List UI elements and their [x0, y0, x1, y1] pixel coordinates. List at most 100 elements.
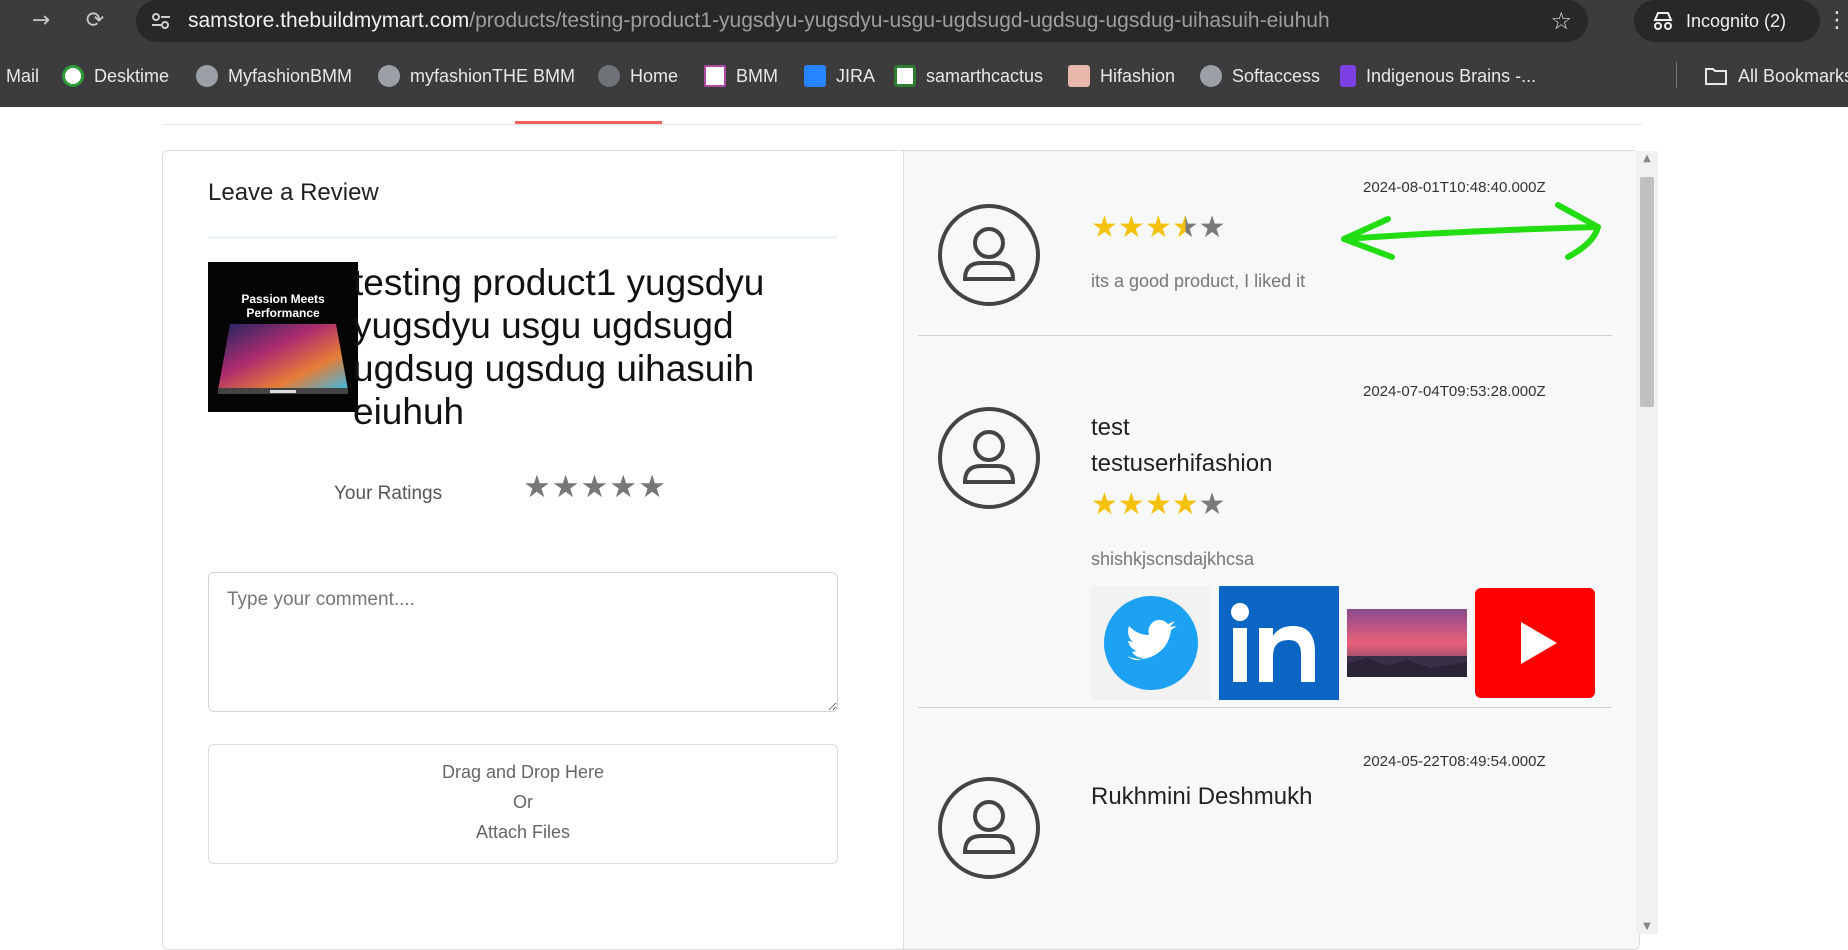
review-text: its a good product, I liked it — [1091, 271, 1306, 291]
star-filled-icon: ★ — [1117, 210, 1145, 245]
your-ratings-label: Your Ratings — [334, 483, 443, 504]
bookmark-label: Softaccess — [1232, 65, 1321, 86]
bookmarks-bar: Mail Desktime MyfashionBMM myfashionTHE … — [0, 57, 1848, 93]
twitter-logo[interactable] — [1091, 586, 1211, 700]
cactus-icon — [894, 65, 916, 87]
file-dropzone[interactable]: Drag and Drop Here Or Attach Files — [208, 744, 838, 864]
star-filled-icon: ★ — [1144, 210, 1172, 245]
review-date: 2024-05-22T08:49:54.000Z — [1363, 753, 1546, 770]
linkedin-logo[interactable] — [1219, 586, 1339, 700]
dropzone-line-1: Drag and Drop Here — [441, 762, 605, 782]
review-divider — [918, 335, 1612, 336]
user-avatar-icon — [938, 777, 1040, 879]
annotation-arrow-icon — [1341, 202, 1601, 260]
bookmark-label: BMM — [736, 65, 778, 86]
star-filled-icon: ★ — [1091, 487, 1118, 522]
review-rating-stars: ★★★★★ — [1091, 487, 1226, 522]
bookmark-home[interactable]: Home — [598, 63, 678, 89]
browser-chrome: → ⟳ samstore.thebuildmymart.com/products… — [0, 0, 1848, 107]
star-filled-icon: ★ — [1171, 487, 1199, 522]
bmm-icon — [704, 65, 726, 87]
reviews-scrollbar[interactable]: ▲ ▼ — [1636, 151, 1658, 934]
review-date: 2024-07-04T09:53:28.000Z — [1363, 383, 1546, 400]
bookmark-label: JIRA — [836, 65, 876, 86]
browser-toolbar: → ⟳ samstore.thebuildmymart.com/products… — [0, 0, 1848, 42]
reviewer-name: test — [1091, 414, 1130, 441]
rating-star-5[interactable]: ★ — [638, 469, 667, 505]
bookmark-label: Indigenous Brains -... — [1366, 65, 1537, 86]
bookmark-hifashion[interactable]: Hifashion — [1068, 63, 1175, 89]
attach-files-link[interactable]: Attach Files — [209, 817, 837, 847]
site-settings-icon[interactable] — [150, 11, 172, 31]
bookmark-label: MyfashionBMM — [228, 65, 353, 86]
review-divider — [918, 707, 1612, 708]
globe-icon — [378, 65, 400, 87]
rating-input[interactable]: ★★★★★ — [523, 469, 667, 505]
rating-star-4[interactable]: ★ — [609, 469, 638, 505]
reviews-card: Leave a Review Passion Meets Performance… — [162, 150, 1640, 950]
title-divider — [208, 236, 838, 239]
bookmark-star-icon[interactable]: ☆ — [1550, 7, 1572, 35]
scroll-down-icon[interactable]: ▼ — [1636, 921, 1658, 932]
bookmark-label: All Bookmarks — [1738, 65, 1848, 86]
dropzone-line-2: Or — [513, 792, 533, 812]
bookmark-desktime[interactable]: Desktime — [62, 63, 169, 89]
url-text[interactable]: samstore.thebuildmymart.com/products/tes… — [188, 9, 1330, 33]
bookmark-label: Desktime — [94, 65, 170, 86]
bookmark-label: myfashionTHE BMM — [410, 65, 576, 86]
bookmark-label: samarthcactus — [926, 65, 1044, 86]
globe-icon — [196, 65, 218, 87]
bookmark-jira[interactable]: JIRA — [804, 63, 875, 89]
bookmark-label: Home — [630, 65, 679, 86]
reviewer-username: testuserhifashion — [1091, 450, 1273, 477]
star-empty-icon: ★ — [1198, 210, 1226, 245]
bookmark-label: Mail — [6, 65, 40, 86]
incognito-badge[interactable]: Incognito (2) — [1634, 0, 1820, 42]
rating-star-2[interactable]: ★ — [552, 469, 581, 505]
product-title: testing product1 yugsdyu yugsdyu usgu ug… — [353, 262, 765, 432]
all-bookmarks[interactable]: All Bookmarks — [1704, 63, 1848, 89]
star-filled-icon: ★ — [1091, 210, 1118, 245]
review-form: Leave a Review Passion Meets Performance… — [163, 151, 903, 949]
forward-icon[interactable]: → — [26, 6, 56, 36]
address-bar[interactable]: samstore.thebuildmymart.com/products/tes… — [136, 0, 1588, 42]
bookmark-bmm[interactable]: BMM — [704, 63, 778, 89]
user-avatar-icon — [938, 407, 1040, 509]
indigenous-icon — [1340, 65, 1356, 87]
tabs-baseline — [162, 124, 1642, 125]
bookmark-mail[interactable]: Mail — [6, 63, 39, 89]
bookmark-myfashion-the-bmm[interactable]: myfashionTHE BMM — [378, 63, 575, 89]
folder-icon — [1705, 68, 1727, 85]
review-date: 2024-08-01T10:48:40.000Z — [1363, 179, 1546, 196]
review-media-gallery — [1091, 586, 1595, 700]
reviews-list: 2024-08-01T10:48:40.000Z ★★★★★ its a goo… — [903, 151, 1639, 949]
incognito-label: Incognito (2) — [1686, 11, 1787, 31]
star-half-icon: ★ — [1171, 210, 1199, 245]
hifashion-icon — [1068, 65, 1090, 87]
star-filled-icon: ★ — [1117, 487, 1145, 522]
bookmark-samarthcactus[interactable]: samarthcactus — [894, 63, 1043, 89]
star-empty-icon: ★ — [1198, 487, 1226, 522]
youtube-logo[interactable] — [1475, 586, 1595, 700]
reviewer-name: Rukhmini Deshmukh — [1091, 783, 1313, 810]
rating-star-1[interactable]: ★ — [523, 469, 552, 505]
jira-icon — [804, 65, 826, 87]
comment-textarea[interactable] — [208, 572, 838, 712]
bookmark-label: Hifashion — [1100, 65, 1176, 86]
bookmark-softaccess[interactable]: Softaccess — [1200, 63, 1320, 89]
globe-icon — [1200, 65, 1222, 87]
bookmark-indigenous-brains[interactable]: Indigenous Brains -... — [1340, 63, 1536, 89]
incognito-icon — [1653, 12, 1673, 30]
active-tab-indicator — [515, 121, 662, 124]
scrollbar-thumb[interactable] — [1640, 177, 1654, 407]
scroll-up-icon[interactable]: ▲ — [1636, 153, 1658, 164]
more-menu-icon[interactable]: ⋮ — [1826, 8, 1848, 33]
user-avatar-icon — [938, 204, 1040, 306]
product-image-caption: Passion Meets Performance — [241, 292, 325, 320]
sunset-photo[interactable] — [1347, 586, 1467, 700]
globe-icon — [598, 65, 620, 87]
rating-star-3[interactable]: ★ — [581, 469, 610, 505]
reload-icon[interactable]: ⟳ — [80, 6, 110, 36]
bookmark-myfashionbmm[interactable]: MyfashionBMM — [196, 63, 352, 89]
review-text: shishkjscnsdajkhcsa — [1091, 549, 1255, 569]
